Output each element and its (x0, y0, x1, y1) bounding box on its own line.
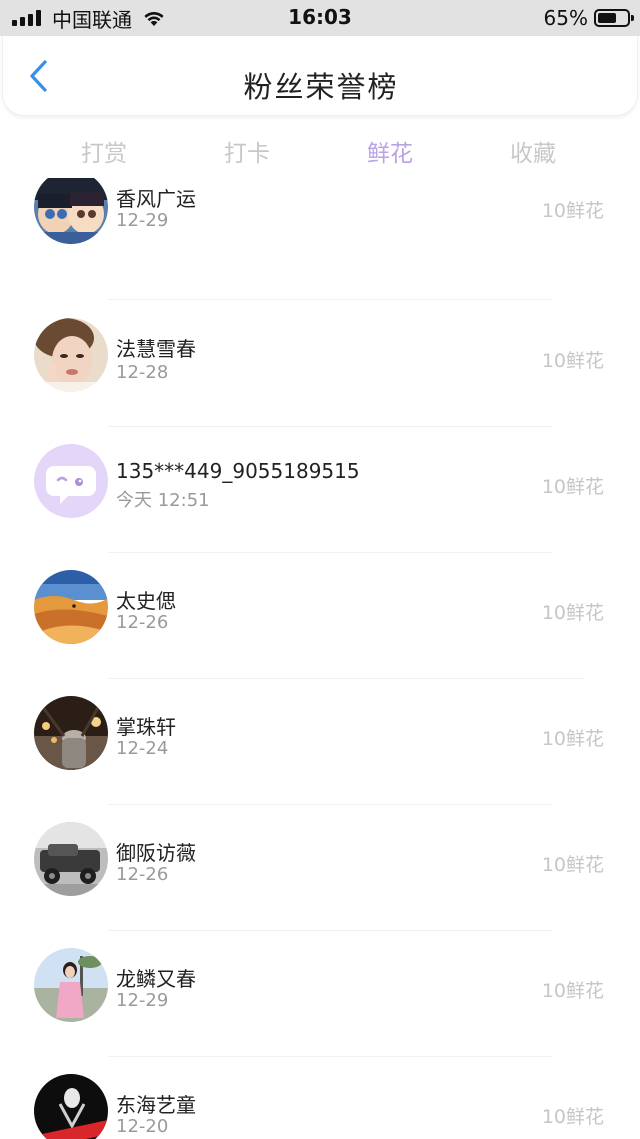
fan-name: 东海艺童 (116, 1093, 196, 1117)
tab-checkin[interactable]: 打卡 (187, 134, 307, 168)
flower-count: 10鲜花 (541, 200, 604, 222)
list-item[interactable]: 龙鳞又春 12-29 10鲜花 (0, 882, 640, 1022)
page-title: 粉丝荣誉榜 (243, 70, 399, 104)
list-item[interactable]: 香风广运 12-29 10鲜花 (0, 178, 640, 300)
fan-name: 御阪访薇 (116, 841, 196, 865)
fan-name: 掌珠轩 (116, 715, 176, 739)
anime-avatar (34, 178, 108, 244)
fan-name: 135***449_9055189515 (116, 459, 360, 483)
tab-favorites[interactable]: 收藏 (473, 134, 593, 168)
flower-count: 10鲜花 (541, 854, 604, 876)
battery-fill (598, 13, 616, 23)
list-item[interactable]: 135***449_9055189515 今天 12:51 10鲜花 (0, 378, 640, 518)
fan-name: 香风广运 (116, 187, 196, 211)
flower-count: 10鲜花 (541, 728, 604, 750)
battery-percent: 65% (543, 6, 588, 30)
flower-count: 10鲜花 (541, 1106, 604, 1128)
fan-date: 12-29 (116, 210, 169, 231)
status-right: 65% (543, 4, 634, 32)
status-bar: 中国联通 16:03 65% (0, 0, 640, 36)
fan-name: 龙鳞又春 (116, 967, 196, 991)
list-item[interactable]: 东海艺童 12-20 10鲜花 (0, 1008, 640, 1139)
list-item[interactable]: 太史偲 12-26 10鲜花 (0, 504, 640, 644)
fan-date: 12-20 (116, 1116, 169, 1137)
screen: 中国联通 16:03 65% 粉丝荣誉榜 打赏 打卡 鲜花 收藏 香风广运 12… (0, 0, 640, 1139)
fan-list: 香风广运 12-29 10鲜花 法慧雪春 12-28 10鲜花 135***44… (0, 178, 640, 1139)
flower-count: 10鲜花 (541, 476, 604, 498)
flower-count: 10鲜花 (541, 602, 604, 624)
poster-avatar (34, 1074, 108, 1139)
list-item[interactable]: 掌珠轩 12-24 10鲜花 (0, 630, 640, 770)
list-item[interactable]: 御阪访薇 12-26 10鲜花 (0, 756, 640, 896)
tab-bar: 打赏 打卡 鲜花 收藏 (0, 122, 640, 178)
nav-bar: 粉丝荣誉榜 (2, 36, 638, 116)
fan-name: 太史偲 (116, 589, 176, 613)
list-item[interactable]: 法慧雪春 12-28 10鲜花 (0, 252, 640, 392)
tab-flowers[interactable]: 鲜花 (330, 134, 450, 168)
flower-count: 10鲜花 (541, 980, 604, 1002)
tab-reward[interactable]: 打赏 (44, 134, 164, 168)
battery-icon (594, 9, 634, 27)
flower-count: 10鲜花 (541, 350, 604, 372)
fan-name: 法慧雪春 (116, 337, 196, 361)
